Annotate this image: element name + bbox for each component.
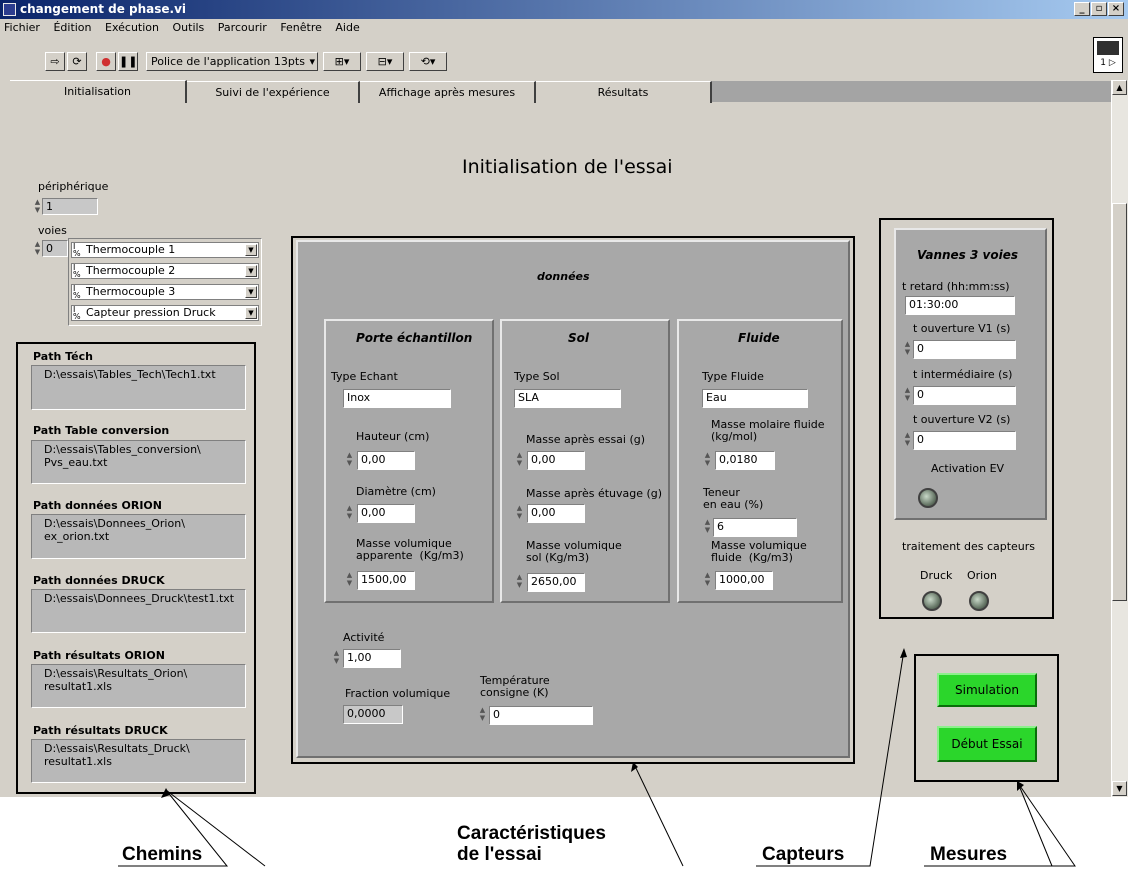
capteurs-pointer xyxy=(756,649,905,867)
annotation-lines xyxy=(118,648,1076,867)
capteurs-arrowhead xyxy=(900,648,907,658)
annotation-mesures: Mesures xyxy=(930,844,1008,865)
annotation-capteurs: Capteurs xyxy=(762,844,845,865)
annotation-chemins: Chemins xyxy=(122,844,203,865)
caract-pointer xyxy=(633,763,684,867)
chemins-arrowhead xyxy=(161,788,170,798)
annotation-caracteristiques: Caractéristiques de l'essai xyxy=(457,823,606,865)
